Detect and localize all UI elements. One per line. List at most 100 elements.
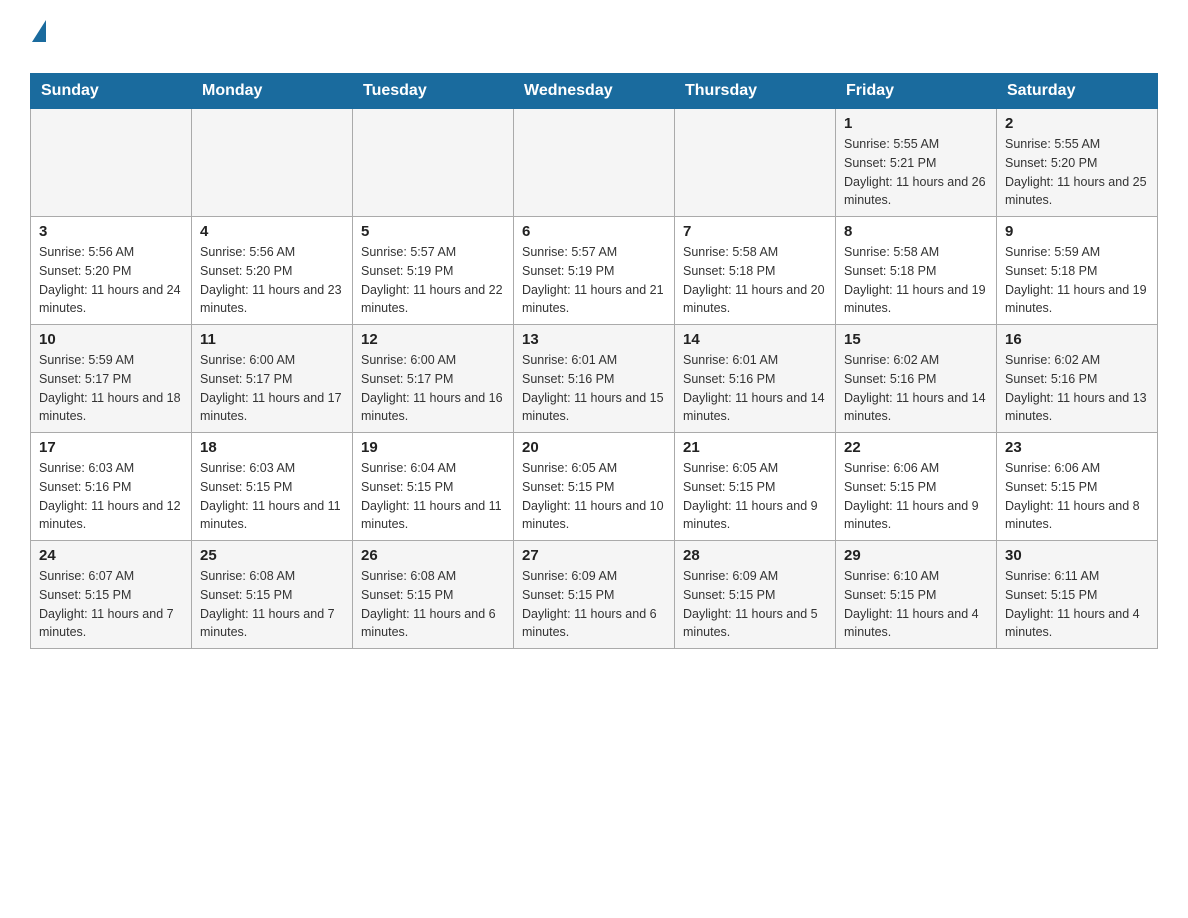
calendar-cell bbox=[675, 109, 836, 217]
calendar-cell bbox=[31, 109, 192, 217]
day-number: 15 bbox=[844, 331, 988, 348]
day-info: Sunrise: 5:57 AM Sunset: 5:19 PM Dayligh… bbox=[361, 243, 505, 318]
day-info: Sunrise: 6:08 AM Sunset: 5:15 PM Dayligh… bbox=[361, 567, 505, 642]
day-info: Sunrise: 6:05 AM Sunset: 5:15 PM Dayligh… bbox=[683, 459, 827, 534]
day-number: 14 bbox=[683, 331, 827, 348]
day-number: 3 bbox=[39, 223, 183, 240]
day-info: Sunrise: 5:55 AM Sunset: 5:20 PM Dayligh… bbox=[1005, 135, 1149, 210]
calendar-row-3: 17 Sunrise: 6:03 AM Sunset: 5:16 PM Dayli… bbox=[31, 433, 1158, 541]
day-number: 29 bbox=[844, 547, 988, 564]
day-info: Sunrise: 6:09 AM Sunset: 5:15 PM Dayligh… bbox=[522, 567, 666, 642]
day-number: 17 bbox=[39, 439, 183, 456]
day-info: Sunrise: 5:58 AM Sunset: 5:18 PM Dayligh… bbox=[844, 243, 988, 318]
calendar-cell: 9 Sunrise: 5:59 AM Sunset: 5:18 PM Daylig… bbox=[997, 217, 1158, 325]
day-number: 30 bbox=[1005, 547, 1149, 564]
header-sunday: Sunday bbox=[31, 74, 192, 109]
calendar-cell: 3 Sunrise: 5:56 AM Sunset: 5:20 PM Daylig… bbox=[31, 217, 192, 325]
day-number: 8 bbox=[844, 223, 988, 240]
day-number: 22 bbox=[844, 439, 988, 456]
calendar-cell: 8 Sunrise: 5:58 AM Sunset: 5:18 PM Daylig… bbox=[836, 217, 997, 325]
calendar-cell: 28 Sunrise: 6:09 AM Sunset: 5:15 PM Dayli… bbox=[675, 541, 836, 649]
day-info: Sunrise: 6:05 AM Sunset: 5:15 PM Dayligh… bbox=[522, 459, 666, 534]
calendar-cell: 13 Sunrise: 6:01 AM Sunset: 5:16 PM Dayli… bbox=[514, 325, 675, 433]
day-info: Sunrise: 5:55 AM Sunset: 5:21 PM Dayligh… bbox=[844, 135, 988, 210]
day-number: 26 bbox=[361, 547, 505, 564]
logo-triangle-icon bbox=[32, 20, 46, 42]
day-number: 24 bbox=[39, 547, 183, 564]
calendar-cell: 10 Sunrise: 5:59 AM Sunset: 5:17 PM Dayli… bbox=[31, 325, 192, 433]
day-number: 9 bbox=[1005, 223, 1149, 240]
day-number: 16 bbox=[1005, 331, 1149, 348]
calendar-cell: 26 Sunrise: 6:08 AM Sunset: 5:15 PM Dayli… bbox=[353, 541, 514, 649]
day-number: 7 bbox=[683, 223, 827, 240]
day-info: Sunrise: 6:07 AM Sunset: 5:15 PM Dayligh… bbox=[39, 567, 183, 642]
day-info: Sunrise: 6:02 AM Sunset: 5:16 PM Dayligh… bbox=[1005, 351, 1149, 426]
calendar-cell: 27 Sunrise: 6:09 AM Sunset: 5:15 PM Dayli… bbox=[514, 541, 675, 649]
day-number: 27 bbox=[522, 547, 666, 564]
header-wednesday: Wednesday bbox=[514, 74, 675, 109]
calendar-cell: 23Sunrise: 6:06 AM Sunset: 5:15 PM Dayli… bbox=[997, 433, 1158, 541]
day-info: Sunrise: 5:56 AM Sunset: 5:20 PM Dayligh… bbox=[200, 243, 344, 318]
day-number: 28 bbox=[683, 547, 827, 564]
day-info: Sunrise: 6:03 AM Sunset: 5:16 PM Dayligh… bbox=[39, 459, 183, 534]
calendar-cell: 18 Sunrise: 6:03 AM Sunset: 5:15 PM Dayli… bbox=[192, 433, 353, 541]
day-info: Sunrise: 6:01 AM Sunset: 5:16 PM Dayligh… bbox=[683, 351, 827, 426]
day-info: Sunrise: 5:57 AM Sunset: 5:19 PM Dayligh… bbox=[522, 243, 666, 318]
day-info: Sunrise: 6:11 AM Sunset: 5:15 PM Dayligh… bbox=[1005, 567, 1149, 642]
day-info: Sunrise: 6:04 AM Sunset: 5:15 PM Dayligh… bbox=[361, 459, 505, 534]
day-info: Sunrise: 6:06 AM Sunset: 5:15 PM Dayligh… bbox=[1005, 459, 1149, 534]
day-number: 4 bbox=[200, 223, 344, 240]
calendar-cell: 16 Sunrise: 6:02 AM Sunset: 5:16 PM Dayli… bbox=[997, 325, 1158, 433]
calendar-row-4: 24 Sunrise: 6:07 AM Sunset: 5:15 PM Dayli… bbox=[31, 541, 1158, 649]
day-number: 13 bbox=[522, 331, 666, 348]
calendar-row-2: 10 Sunrise: 5:59 AM Sunset: 5:17 PM Dayli… bbox=[31, 325, 1158, 433]
calendar-cell: 25 Sunrise: 6:08 AM Sunset: 5:15 PM Dayli… bbox=[192, 541, 353, 649]
day-number: 18 bbox=[200, 439, 344, 456]
calendar-cell: 17 Sunrise: 6:03 AM Sunset: 5:16 PM Dayli… bbox=[31, 433, 192, 541]
day-number: 2 bbox=[1005, 115, 1149, 132]
day-number: 12 bbox=[361, 331, 505, 348]
calendar-cell: 21Sunrise: 6:05 AM Sunset: 5:15 PM Dayli… bbox=[675, 433, 836, 541]
day-number: 25 bbox=[200, 547, 344, 564]
header-tuesday: Tuesday bbox=[353, 74, 514, 109]
day-info: Sunrise: 5:56 AM Sunset: 5:20 PM Dayligh… bbox=[39, 243, 183, 318]
calendar-cell: 4 Sunrise: 5:56 AM Sunset: 5:20 PM Daylig… bbox=[192, 217, 353, 325]
day-number: 5 bbox=[361, 223, 505, 240]
calendar-cell: 22 Sunrise: 6:06 AM Sunset: 5:15 PM Dayli… bbox=[836, 433, 997, 541]
day-number: 11 bbox=[200, 331, 344, 348]
calendar-cell: 11Sunrise: 6:00 AM Sunset: 5:17 PM Dayli… bbox=[192, 325, 353, 433]
day-info: Sunrise: 6:06 AM Sunset: 5:15 PM Dayligh… bbox=[844, 459, 988, 534]
day-number: 20 bbox=[522, 439, 666, 456]
day-info: Sunrise: 6:01 AM Sunset: 5:16 PM Dayligh… bbox=[522, 351, 666, 426]
day-number: 10 bbox=[39, 331, 183, 348]
day-info: Sunrise: 5:59 AM Sunset: 5:18 PM Dayligh… bbox=[1005, 243, 1149, 318]
calendar-cell: 15Sunrise: 6:02 AM Sunset: 5:16 PM Dayli… bbox=[836, 325, 997, 433]
day-number: 19 bbox=[361, 439, 505, 456]
calendar-cell: 1 Sunrise: 5:55 AM Sunset: 5:21 PM Daylig… bbox=[836, 109, 997, 217]
header-saturday: Saturday bbox=[997, 74, 1158, 109]
day-number: 1 bbox=[844, 115, 988, 132]
calendar-cell bbox=[514, 109, 675, 217]
calendar-cell bbox=[353, 109, 514, 217]
logo bbox=[30, 20, 46, 63]
day-info: Sunrise: 5:59 AM Sunset: 5:17 PM Dayligh… bbox=[39, 351, 183, 426]
calendar-cell: 30 Sunrise: 6:11 AM Sunset: 5:15 PM Dayli… bbox=[997, 541, 1158, 649]
calendar-cell: 19 Sunrise: 6:04 AM Sunset: 5:15 PM Dayli… bbox=[353, 433, 514, 541]
header-monday: Monday bbox=[192, 74, 353, 109]
calendar-cell: 7Sunrise: 5:58 AM Sunset: 5:18 PM Daylig… bbox=[675, 217, 836, 325]
header-thursday: Thursday bbox=[675, 74, 836, 109]
calendar-cell: 24 Sunrise: 6:07 AM Sunset: 5:15 PM Dayli… bbox=[31, 541, 192, 649]
weekday-header-row: Sunday Monday Tuesday Wednesday Thursday… bbox=[31, 74, 1158, 109]
day-info: Sunrise: 6:08 AM Sunset: 5:15 PM Dayligh… bbox=[200, 567, 344, 642]
calendar-row-0: 1 Sunrise: 5:55 AM Sunset: 5:21 PM Daylig… bbox=[31, 109, 1158, 217]
header-friday: Friday bbox=[836, 74, 997, 109]
calendar-cell: 14 Sunrise: 6:01 AM Sunset: 5:16 PM Dayli… bbox=[675, 325, 836, 433]
calendar-cell: 20 Sunrise: 6:05 AM Sunset: 5:15 PM Dayli… bbox=[514, 433, 675, 541]
page-header bbox=[30, 20, 1158, 63]
day-info: Sunrise: 6:09 AM Sunset: 5:15 PM Dayligh… bbox=[683, 567, 827, 642]
day-info: Sunrise: 6:03 AM Sunset: 5:15 PM Dayligh… bbox=[200, 459, 344, 534]
calendar-cell: 6Sunrise: 5:57 AM Sunset: 5:19 PM Daylig… bbox=[514, 217, 675, 325]
day-info: Sunrise: 6:10 AM Sunset: 5:15 PM Dayligh… bbox=[844, 567, 988, 642]
calendar-cell: 12Sunrise: 6:00 AM Sunset: 5:17 PM Dayli… bbox=[353, 325, 514, 433]
calendar-cell: 29 Sunrise: 6:10 AM Sunset: 5:15 PM Dayli… bbox=[836, 541, 997, 649]
